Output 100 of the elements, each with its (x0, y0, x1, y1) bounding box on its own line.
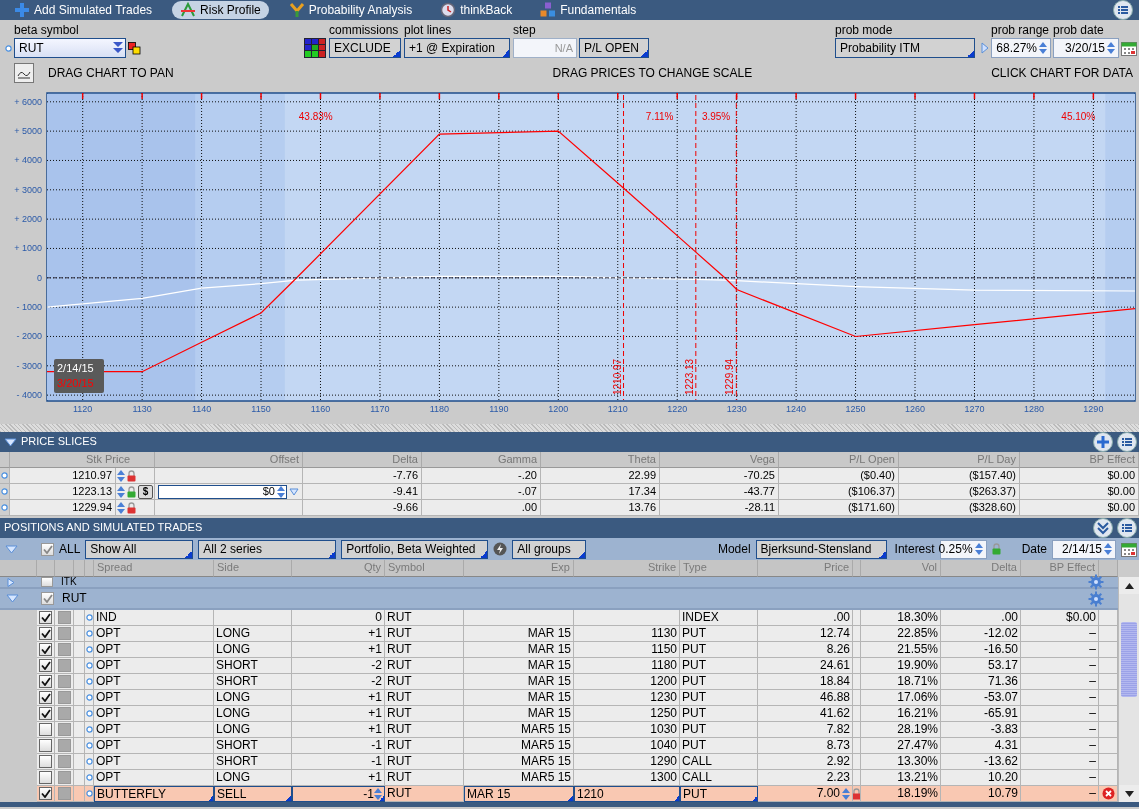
checkbox[interactable] (41, 592, 54, 605)
dropdown[interactable]: All groups (512, 539, 587, 559)
table-cell: SHORT (214, 658, 292, 674)
table-cell: -28.11 (660, 500, 779, 516)
tab[interactable]: Probability Analysis (280, 1, 421, 19)
check-mark-icon (40, 789, 51, 798)
price-slice-line[interactable] (735, 94, 737, 401)
table-cell: RUT (385, 754, 464, 770)
table-cell: -1 (292, 754, 385, 770)
price-label: 1223.13 (683, 358, 695, 395)
lock-icon[interactable] (127, 485, 136, 498)
checkbox[interactable] (41, 542, 54, 556)
dropdown[interactable]: BUTTERFLY (94, 786, 214, 802)
date-field[interactable]: 2/14/15 (1052, 539, 1116, 559)
table-cell: 1030 (574, 722, 680, 738)
table-cell: MAR 15 (464, 626, 574, 642)
gear-icon[interactable] (1088, 574, 1104, 590)
tick-mark (676, 92, 678, 100)
spinner-icon[interactable] (1104, 542, 1112, 556)
menu-icon[interactable] (1117, 518, 1137, 538)
table-cell: – (1021, 770, 1099, 786)
calendar-icon[interactable] (1121, 541, 1137, 557)
lock-icon[interactable] (127, 501, 136, 514)
expand-arrow-icon[interactable] (5, 544, 18, 554)
table-cell: -13.62 (941, 754, 1021, 770)
table-cell: 22.85% (861, 626, 941, 642)
offset-field[interactable]: $0 (158, 484, 287, 499)
table-cell: 0 (292, 610, 385, 626)
check-mark-icon (40, 693, 51, 702)
symbol-dropdown[interactable]: RUT (14, 38, 126, 58)
scrollbar-thumb[interactable] (1121, 622, 1137, 697)
currency-button[interactable]: $ (138, 484, 153, 499)
price-field[interactable]: 7.00 (758, 786, 853, 802)
tab[interactable]: Add Simulated Trades (6, 1, 161, 19)
group-row[interactable]: RUT (0, 589, 1118, 610)
tab[interactable]: thinkBack (432, 1, 521, 19)
dropdown[interactable]: All 2 series (198, 539, 337, 559)
menu-icon[interactable] (1117, 432, 1137, 452)
dropdown[interactable]: SELL (214, 786, 292, 802)
table-cell: 1040 (574, 738, 680, 754)
field-label: beta symbol (13, 23, 80, 38)
spinner-icon[interactable] (974, 542, 983, 556)
table-cell: ($263.37) (899, 484, 1020, 500)
axis-label: 1160 (310, 404, 331, 414)
menu-icon[interactable] (1113, 0, 1133, 20)
dropdown[interactable]: Bjerksund-Stensland (755, 539, 887, 559)
dropdown[interactable]: EXCLUDE (329, 38, 401, 58)
dropdown[interactable]: Portfolio, Beta Weighted (341, 539, 489, 559)
dropdown-arrow-icon[interactable] (289, 487, 299, 496)
table-cell: ($0.40) (779, 468, 899, 484)
table-cell: 13.30% (861, 754, 941, 770)
spinner-icon[interactable] (1107, 41, 1115, 55)
probability-label: 45.10% (1061, 111, 1096, 122)
color-grid-icon[interactable] (304, 38, 326, 58)
dropdown[interactable]: PUT (680, 786, 758, 802)
spinner-icon[interactable] (374, 787, 382, 801)
scroll-down-button[interactable] (1119, 785, 1139, 802)
dropdown[interactable]: +1 @ Expiration (404, 38, 510, 58)
chart-button[interactable] (14, 63, 34, 83)
dropdown[interactable]: Show All (85, 539, 194, 559)
collapse-all-icon[interactable] (1093, 518, 1113, 538)
table-cell: -2 (292, 674, 385, 690)
group-row[interactable]: ITK (0, 577, 1118, 589)
check-mark-icon (40, 661, 51, 670)
lightning-icon[interactable] (493, 542, 508, 556)
column-header (85, 560, 94, 577)
play-arrow-icon[interactable] (981, 42, 989, 54)
lock-icon[interactable] (127, 469, 136, 482)
checkbox[interactable] (41, 577, 53, 587)
down-arrow-icon (1124, 790, 1134, 797)
expand-arrow-icon[interactable] (4, 437, 17, 447)
dropdown[interactable]: 1210 (574, 786, 680, 802)
spinner-icon[interactable] (277, 484, 285, 499)
dropdown[interactable]: Probability ITM (835, 38, 975, 58)
squares-icon[interactable] (128, 41, 141, 55)
gear-icon[interactable] (1088, 590, 1104, 607)
tick-mark (854, 92, 857, 100)
date-field[interactable]: 3/20/15 (1053, 38, 1119, 58)
field-label: prob mode (835, 23, 894, 38)
table-cell: $0.00 (1020, 468, 1139, 484)
step-field[interactable]: N/A (513, 38, 577, 58)
scroll-up-button[interactable] (1119, 577, 1139, 594)
dropdown[interactable]: MAR 15 (464, 786, 574, 802)
probability-range-field[interactable]: 68.27% (991, 38, 1051, 58)
splitter-handle[interactable] (0, 424, 1139, 432)
table-cell: +1 (292, 642, 385, 658)
add-icon[interactable] (1093, 432, 1113, 452)
interest-field[interactable]: 0.25% (939, 539, 987, 559)
tab[interactable]: Risk Profile (172, 1, 269, 19)
spinner-icon[interactable] (1039, 41, 1047, 55)
table-cell: SHORT (214, 754, 292, 770)
quantity-field[interactable]: -1 (292, 786, 385, 802)
dropdown[interactable]: P/L OPEN (579, 38, 649, 58)
tick-mark (1033, 92, 1035, 100)
tab[interactable]: Fundamentals (532, 1, 645, 19)
calendar-icon[interactable] (1121, 40, 1137, 56)
table-cell: MAR 15 (464, 642, 574, 658)
expand-arrow-icon[interactable] (6, 594, 19, 603)
table-cell: 18.84 (758, 674, 853, 690)
table-cell: 8.73 (758, 738, 853, 754)
